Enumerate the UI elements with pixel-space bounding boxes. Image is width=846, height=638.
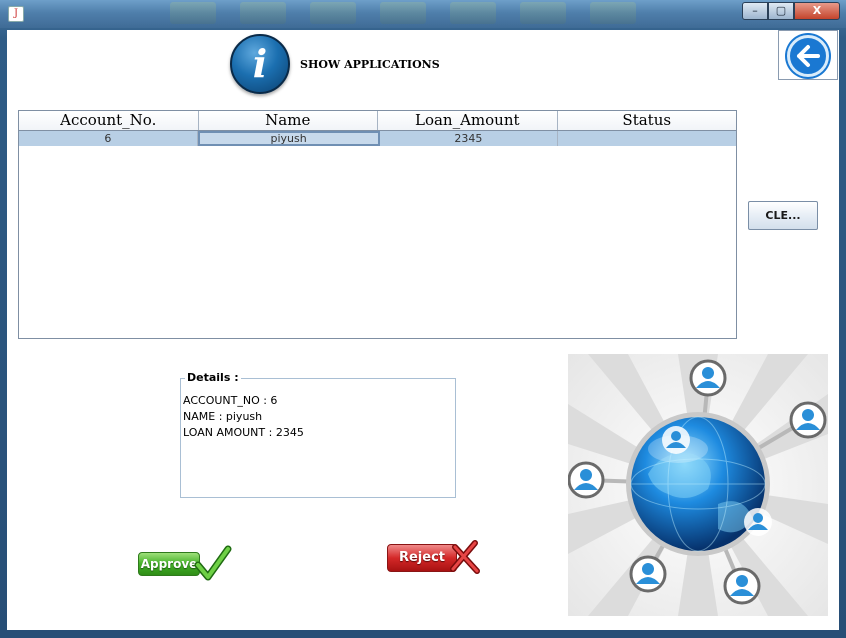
minimize-button[interactable]: –	[742, 2, 768, 20]
thumbnail	[590, 2, 636, 24]
details-panel: Details : ACCOUNT_NO : 6 NAME : piyush L…	[180, 371, 456, 498]
close-button[interactable]: X	[794, 2, 840, 20]
thumbnail	[520, 2, 566, 24]
details-name: NAME : piyush	[183, 410, 263, 423]
taskbar-thumbnails	[90, 0, 730, 28]
details-text: ACCOUNT_NO : 6 NAME : piyush LOAN AMOUNT…	[183, 393, 304, 441]
column-header-status[interactable]: Status	[558, 111, 737, 130]
column-header-loan-amount[interactable]: Loan_Amount	[378, 111, 558, 130]
thumbnail	[380, 2, 426, 24]
application-window: J – ▢ X i SHOW APPLICATIONS Account_No. …	[0, 0, 846, 638]
applications-table[interactable]: Account_No. Name Loan_Amount Status 6 pi…	[18, 110, 737, 339]
details-account-no: ACCOUNT_NO : 6	[183, 394, 278, 407]
thumbnail	[170, 2, 216, 24]
column-header-account-no[interactable]: Account_No.	[19, 111, 199, 130]
cell-loan-amount[interactable]: 2345	[380, 131, 559, 146]
clear-button[interactable]: CLE...	[748, 201, 818, 230]
thumbnail	[310, 2, 356, 24]
details-loan-amount: LOAN AMOUNT : 2345	[183, 426, 304, 439]
table-header: Account_No. Name Loan_Amount Status	[19, 111, 736, 131]
cell-status[interactable]	[558, 131, 736, 146]
maximize-button[interactable]: ▢	[768, 2, 794, 20]
window-controls: – ▢ X	[742, 2, 840, 20]
table-row[interactable]: 6 piyush 2345	[19, 131, 736, 146]
java-app-icon: J	[8, 6, 24, 22]
back-button[interactable]	[778, 30, 838, 80]
details-legend: Details :	[185, 371, 241, 384]
column-header-name[interactable]: Name	[199, 111, 378, 130]
x-mark-icon	[450, 540, 480, 574]
globe-network-illustration	[568, 354, 828, 616]
info-icon: i	[230, 34, 290, 94]
page-title: SHOW APPLICATIONS	[300, 58, 440, 71]
thumbnail	[450, 2, 496, 24]
cell-name[interactable]: piyush	[197, 131, 380, 146]
approve-label: Approve	[138, 552, 200, 576]
reject-button[interactable]: Reject	[387, 539, 483, 575]
back-arrow-icon	[787, 35, 829, 77]
checkmark-icon	[194, 545, 232, 581]
cell-account-no[interactable]: 6	[19, 131, 198, 146]
thumbnail	[240, 2, 286, 24]
content-panel: i SHOW APPLICATIONS Account_No. Name Loa…	[7, 30, 839, 630]
approve-button[interactable]: Approve	[138, 545, 232, 581]
title-bar[interactable]: J – ▢ X	[0, 0, 846, 28]
